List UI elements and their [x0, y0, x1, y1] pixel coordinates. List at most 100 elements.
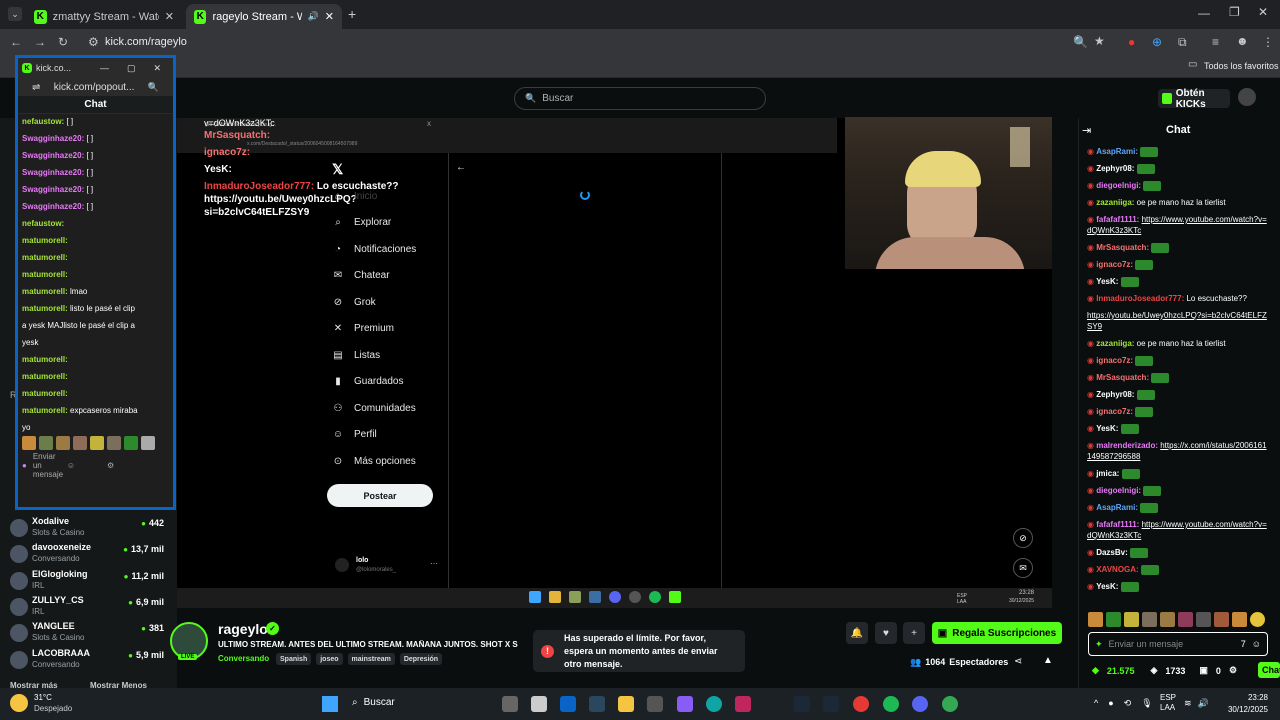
emote[interactable] — [22, 436, 36, 450]
clock-time[interactable]: 23:28 — [1222, 693, 1268, 702]
task-view-icon[interactable] — [502, 696, 518, 712]
chat-username[interactable]: fafafaf1111: — [1096, 520, 1139, 529]
menu-icon[interactable]: ⋮ — [1262, 35, 1274, 49]
copilot-icon[interactable] — [677, 696, 693, 712]
chat-username[interactable]: jmica: — [1096, 469, 1119, 478]
chat-username[interactable]: nefaustow: — [22, 219, 64, 228]
speaker-icon[interactable]: 🔊 — [308, 11, 319, 22]
notification-bell-button[interactable]: 🔔 — [846, 622, 868, 644]
maximize-icon[interactable]: ▢ — [127, 63, 136, 74]
wifi-icon[interactable]: ≋ — [1184, 698, 1192, 709]
emote[interactable] — [1142, 612, 1157, 627]
chat-username[interactable]: fafafaf1111: — [1096, 215, 1139, 224]
chat-username[interactable]: MrSasquatch: — [1096, 243, 1149, 252]
speaker-icon[interactable]: 🔊 — [1198, 698, 1209, 709]
chat-username[interactable]: DazsBv: — [1096, 548, 1128, 557]
spotify-icon[interactable] — [883, 696, 899, 712]
chat-username[interactable]: matumorell: — [22, 406, 68, 415]
chat-username[interactable]: AsapRami: — [1096, 147, 1138, 156]
search-input[interactable]: 🔍 Buscar — [514, 87, 766, 110]
streamer-name[interactable]: rageylo — [218, 621, 268, 637]
emote[interactable] — [1088, 612, 1103, 627]
chat-username[interactable]: Swagginhaze20: — [22, 168, 84, 177]
edge-icon[interactable] — [706, 696, 722, 712]
chat-username[interactable]: Zephyr08: — [1096, 164, 1134, 173]
minimize-icon[interactable]: — — [100, 63, 109, 73]
tab-close-icon[interactable]: ✕ — [325, 10, 334, 23]
url-text[interactable]: kick.com/rageylo — [105, 36, 187, 48]
user-avatar[interactable] — [1238, 88, 1256, 106]
popout-chat-input[interactable]: ● Enviar un mensaje ☺ ⚙ — [18, 452, 173, 479]
gift-subscriptions-button[interactable]: ▣ Regala Suscripciones — [932, 622, 1062, 644]
chat-link[interactable]: https://youtu.be/Uwey0hzcLPQ?si=b2clvC64… — [1087, 311, 1267, 331]
forward-icon[interactable]: → — [34, 35, 46, 49]
chat-username[interactable]: diegoelnigi: — [1096, 181, 1141, 190]
tag[interactable]: joseo — [316, 653, 343, 665]
chat-username[interactable]: ignaco7z: — [1096, 356, 1133, 365]
tab-search-icon[interactable]: ⌄ — [8, 7, 22, 21]
close-icon[interactable]: ✕ — [154, 63, 162, 74]
chat-username[interactable]: MrSasquatch: — [1096, 373, 1149, 382]
chat-username[interactable]: YesK: — [1096, 424, 1118, 433]
weather-temp[interactable]: 31°C — [34, 693, 52, 702]
chat-input[interactable]: ✦ Enviar un mensaje 7 ☺ — [1088, 632, 1268, 656]
chat-username[interactable]: nefaustow: — [22, 117, 64, 126]
chat-username[interactable]: ignaco7z: — [1096, 407, 1133, 416]
chat-settings-icon[interactable]: ⚙ — [1229, 665, 1237, 676]
chat-username[interactable]: YesK: — [1096, 582, 1118, 591]
popout-url-bar[interactable]: ⇌ kick.com/popout... 🔍 — [18, 78, 173, 96]
extensions-puzzle-icon[interactable]: ⧉ — [1178, 35, 1187, 50]
chat-username[interactable]: matumorell: — [22, 355, 68, 364]
chat-username[interactable]: Swagginhaze20: — [22, 134, 84, 143]
emote[interactable] — [1106, 612, 1121, 627]
chrome-icon[interactable] — [942, 696, 958, 712]
outlook-icon[interactable] — [560, 696, 576, 712]
mic-icon[interactable]: 🎙 — [1141, 698, 1152, 709]
chat-username[interactable]: matumorell: — [22, 304, 68, 313]
emote[interactable] — [1124, 612, 1139, 627]
back-icon[interactable]: ← — [10, 35, 22, 49]
discord-icon[interactable] — [912, 696, 928, 712]
emote[interactable] — [1160, 612, 1175, 627]
chat-username[interactable]: matumorell: — [22, 236, 68, 245]
chat-username[interactable]: malrenderizado: — [1096, 441, 1158, 450]
tag[interactable]: mainstream — [347, 653, 395, 665]
emote[interactable] — [56, 436, 70, 450]
chat-username[interactable]: Swagginhaze20: — [22, 202, 84, 211]
report-icon[interactable]: ▲ — [1043, 655, 1053, 666]
mic-icon[interactable]: ● — [22, 461, 27, 470]
share-icon[interactable]: ⋖ — [1014, 656, 1022, 667]
emote[interactable] — [1178, 612, 1193, 627]
settings-icon[interactable]: ⚙ — [107, 461, 114, 470]
chevron-up-icon[interactable]: ^ — [1094, 698, 1098, 709]
network-icon[interactable]: ⟲ — [1124, 698, 1132, 709]
site-info-icon[interactable]: ⚙ — [88, 35, 99, 49]
emote[interactable] — [1196, 612, 1211, 627]
emote[interactable] — [1250, 612, 1265, 627]
collapse-chat-icon[interactable]: ⇥ — [1082, 124, 1091, 137]
chat-username[interactable]: Zephyr08: — [1096, 390, 1134, 399]
profile-icon[interactable]: ☻ — [1236, 34, 1249, 48]
app-icon[interactable] — [531, 696, 547, 712]
browser-tab-rageylo[interactable]: K rageylo Stream - Watch Live 🔊 ✕ — [186, 4, 342, 29]
file-explorer-icon[interactable] — [618, 696, 634, 712]
emote[interactable] — [1232, 612, 1247, 627]
emote[interactable] — [141, 436, 155, 450]
tray-app-icon[interactable]: ● — [1108, 698, 1113, 709]
tab-close-icon[interactable]: ✕ — [165, 10, 174, 23]
store-icon[interactable] — [647, 696, 663, 712]
emote[interactable] — [107, 436, 121, 450]
tray-lang[interactable]: ESP LAA — [1160, 693, 1180, 713]
sidebar-channel[interactable]: ZULLYY_CS IRL 6,9 mil — [8, 594, 168, 620]
plus-button[interactable]: + — [903, 622, 925, 644]
bookmark-star-icon[interactable]: ★ — [1094, 34, 1105, 48]
follow-heart-button[interactable]: ♥ — [875, 622, 897, 644]
extension-icon[interactable]: ● — [1128, 35, 1135, 49]
reload-icon[interactable]: ↻ — [58, 35, 68, 49]
stream-category[interactable]: Conversando — [218, 654, 269, 663]
chat-username[interactable]: diegoelnigi: — [1096, 486, 1141, 495]
emoji-icon[interactable]: ☺ — [1252, 639, 1261, 649]
chat-username[interactable]: AsapRami: — [1096, 503, 1138, 512]
chat-username[interactable]: ignaco7z: — [1096, 260, 1133, 269]
steam-icon[interactable] — [794, 696, 810, 712]
